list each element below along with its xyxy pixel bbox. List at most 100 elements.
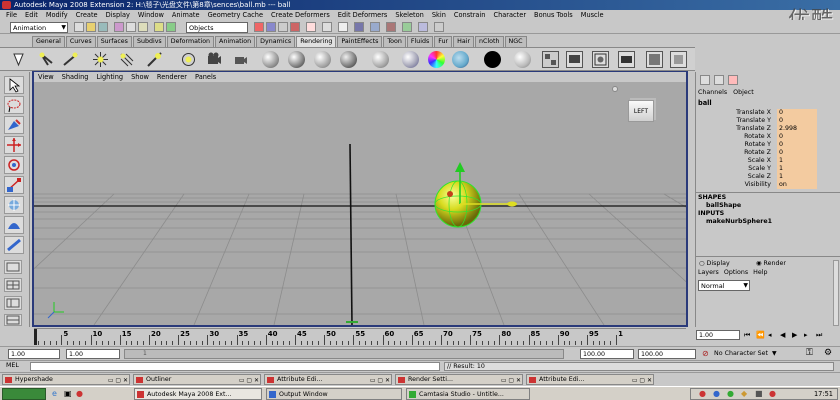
ipr-render-shelf-icon[interactable] [646, 51, 663, 68]
shelf-menu-icon[interactable] [10, 51, 27, 68]
volume-light-icon[interactable] [180, 51, 197, 68]
show-manipulator-tool-icon[interactable] [4, 236, 24, 254]
channel-value[interactable]: 0 [777, 133, 817, 141]
play-forwards-icon[interactable]: ▶ [792, 331, 797, 339]
channel-row-visibility[interactable]: Visibility on [696, 181, 840, 189]
animation-preferences-icon[interactable]: ⚙ [824, 348, 832, 358]
current-frame-field[interactable]: 1.00 [696, 330, 740, 340]
panel-menu-show[interactable]: Show [127, 72, 153, 82]
tray-input-icon[interactable]: ■ [755, 389, 763, 398]
shading-map-icon[interactable] [514, 51, 531, 68]
menu-edit[interactable]: Edit [21, 10, 42, 20]
shelf-tab-animation[interactable]: Animation [215, 36, 256, 47]
start-button[interactable] [2, 388, 46, 400]
render-region-icon[interactable] [592, 51, 609, 68]
go-to-start-icon[interactable]: ⏮ [744, 331, 750, 340]
area-light-icon[interactable] [62, 51, 79, 68]
playback-end-field[interactable]: 100.00 [580, 349, 634, 359]
step-back-icon[interactable]: ⏪ [756, 331, 765, 339]
new-scene-icon[interactable] [74, 22, 84, 32]
menu-geometry-cache[interactable]: Geometry Cache [204, 10, 267, 20]
shelf-tab-ncloth[interactable]: nCloth [475, 36, 504, 47]
shelf-tab-ngc[interactable]: NGC [504, 36, 527, 47]
point-light-icon[interactable] [92, 51, 109, 68]
menu-create[interactable]: Create [72, 10, 102, 20]
move-tool-icon[interactable] [4, 136, 24, 154]
batch-render-icon[interactable] [618, 51, 635, 68]
window-buttons-icon[interactable]: ▭ ▢ ✕ [239, 376, 259, 384]
layered-shader-icon[interactable] [402, 51, 419, 68]
tray-antivirus-icon[interactable]: ● [699, 389, 706, 398]
snap-view-plane-icon[interactable] [290, 22, 300, 32]
minimized-attribute-editor-1[interactable]: Attribute Edi... ▭ ▢ ✕ [264, 374, 392, 385]
shelf-tab-curves[interactable]: Curves [65, 36, 96, 47]
channel-box-toggle-icon[interactable] [700, 75, 710, 85]
panel-menu-view[interactable]: View [34, 72, 58, 82]
time-slider[interactable]: 5 10 15 20 25 30 35 40 45 50 55 60 65 70 75 80 85 90 95 1 [34, 328, 686, 345]
quick-launch-ie-icon[interactable]: e [52, 389, 57, 398]
layer-menu-layers[interactable]: Layers [698, 269, 719, 276]
shelf-tab-fluids[interactable]: Fluids [406, 36, 434, 47]
shape-node-name[interactable]: ballShape [706, 202, 741, 209]
save-scene-icon[interactable] [98, 22, 108, 32]
menu-display[interactable]: Display [102, 10, 134, 20]
home-icon[interactable] [612, 86, 618, 92]
select-hierarchy-icon[interactable] [114, 22, 124, 32]
use-background-icon[interactable] [484, 51, 501, 68]
snap-point-icon[interactable] [278, 22, 288, 32]
select-tool-icon[interactable] [4, 76, 24, 94]
ramp-shader-icon[interactable] [428, 51, 445, 68]
shelf-tab-surfaces[interactable]: Surfaces [96, 36, 132, 47]
render-view-icon[interactable] [566, 51, 583, 68]
channel-value[interactable]: 1 [777, 165, 817, 173]
menu-edit-deformers[interactable]: Edit Deformers [334, 10, 392, 20]
show-channel-box-icon[interactable] [434, 22, 444, 32]
go-to-end-icon[interactable]: ⏭ [816, 331, 822, 340]
perspective-viewport[interactable]: LEFT [34, 82, 686, 325]
select-object-icon[interactable] [126, 22, 136, 32]
make-live-icon[interactable] [306, 22, 316, 32]
command-language-label[interactable]: MEL [6, 362, 19, 369]
channel-row-scale-z[interactable]: Scale Z 1 [696, 173, 840, 181]
rotate-tool-icon[interactable] [4, 156, 24, 174]
menu-muscle[interactable]: Muscle [577, 10, 608, 20]
tray-security-icon[interactable]: ● [769, 389, 776, 398]
shelf-tab-hair[interactable]: Hair [453, 36, 475, 47]
spot-light-icon[interactable] [38, 51, 55, 68]
start-time-field[interactable]: 1.00 [8, 349, 60, 359]
minimized-hypershade[interactable]: Hypershade ▭ ▢ ✕ [2, 374, 130, 385]
minimized-attribute-editor-2[interactable]: Attribute Edi... ▭ ▢ ✕ [526, 374, 654, 385]
show-attribute-editor-icon[interactable] [402, 22, 412, 32]
single-pane-layout-icon[interactable] [4, 260, 22, 274]
channel-value[interactable]: 0 [777, 117, 817, 125]
task-output-window[interactable]: Output Window [266, 388, 402, 400]
menu-bonus-tools[interactable]: Bonus Tools [530, 10, 577, 20]
window-buttons-icon[interactable]: ▭ ▢ ✕ [108, 376, 128, 384]
channel-value[interactable]: 0 [777, 141, 817, 149]
shelf-tab-dynamics[interactable]: Dynamics [256, 36, 296, 47]
current-time-indicator[interactable] [34, 329, 37, 345]
soft-mod-tool-icon[interactable] [4, 216, 24, 234]
panel-menu-panels[interactable]: Panels [191, 72, 220, 82]
channel-value[interactable]: on [777, 181, 817, 189]
shelf-tab-toon[interactable]: Toon [383, 36, 406, 47]
menu-modify[interactable]: Modify [42, 10, 72, 20]
render-current-frame-icon[interactable] [354, 22, 364, 32]
ipr-render-icon[interactable] [370, 22, 380, 32]
layer-render-radio[interactable]: ◉ Render [756, 260, 786, 267]
menu-window[interactable]: Window [134, 10, 168, 20]
phonge-material-icon[interactable] [340, 51, 357, 68]
shelf-tab-painteffects[interactable]: PaintEffects [337, 36, 383, 47]
channel-value[interactable]: 1 [777, 157, 817, 165]
scale-tool-icon[interactable] [4, 176, 24, 194]
shelf-tab-subdivs[interactable]: Subdivs [132, 36, 166, 47]
ambient-light-icon[interactable] [146, 51, 163, 68]
lambert-material-icon[interactable] [262, 51, 279, 68]
command-input[interactable] [30, 362, 440, 371]
camera-icon[interactable] [206, 51, 223, 68]
channel-value[interactable]: 0 [777, 109, 817, 117]
layer-display-radio[interactable]: ○ Display [699, 260, 730, 267]
input-output-icon[interactable] [322, 22, 332, 32]
channel-value[interactable]: 0 [777, 149, 817, 157]
shelf-tab-rendering[interactable]: Rendering [296, 36, 337, 47]
